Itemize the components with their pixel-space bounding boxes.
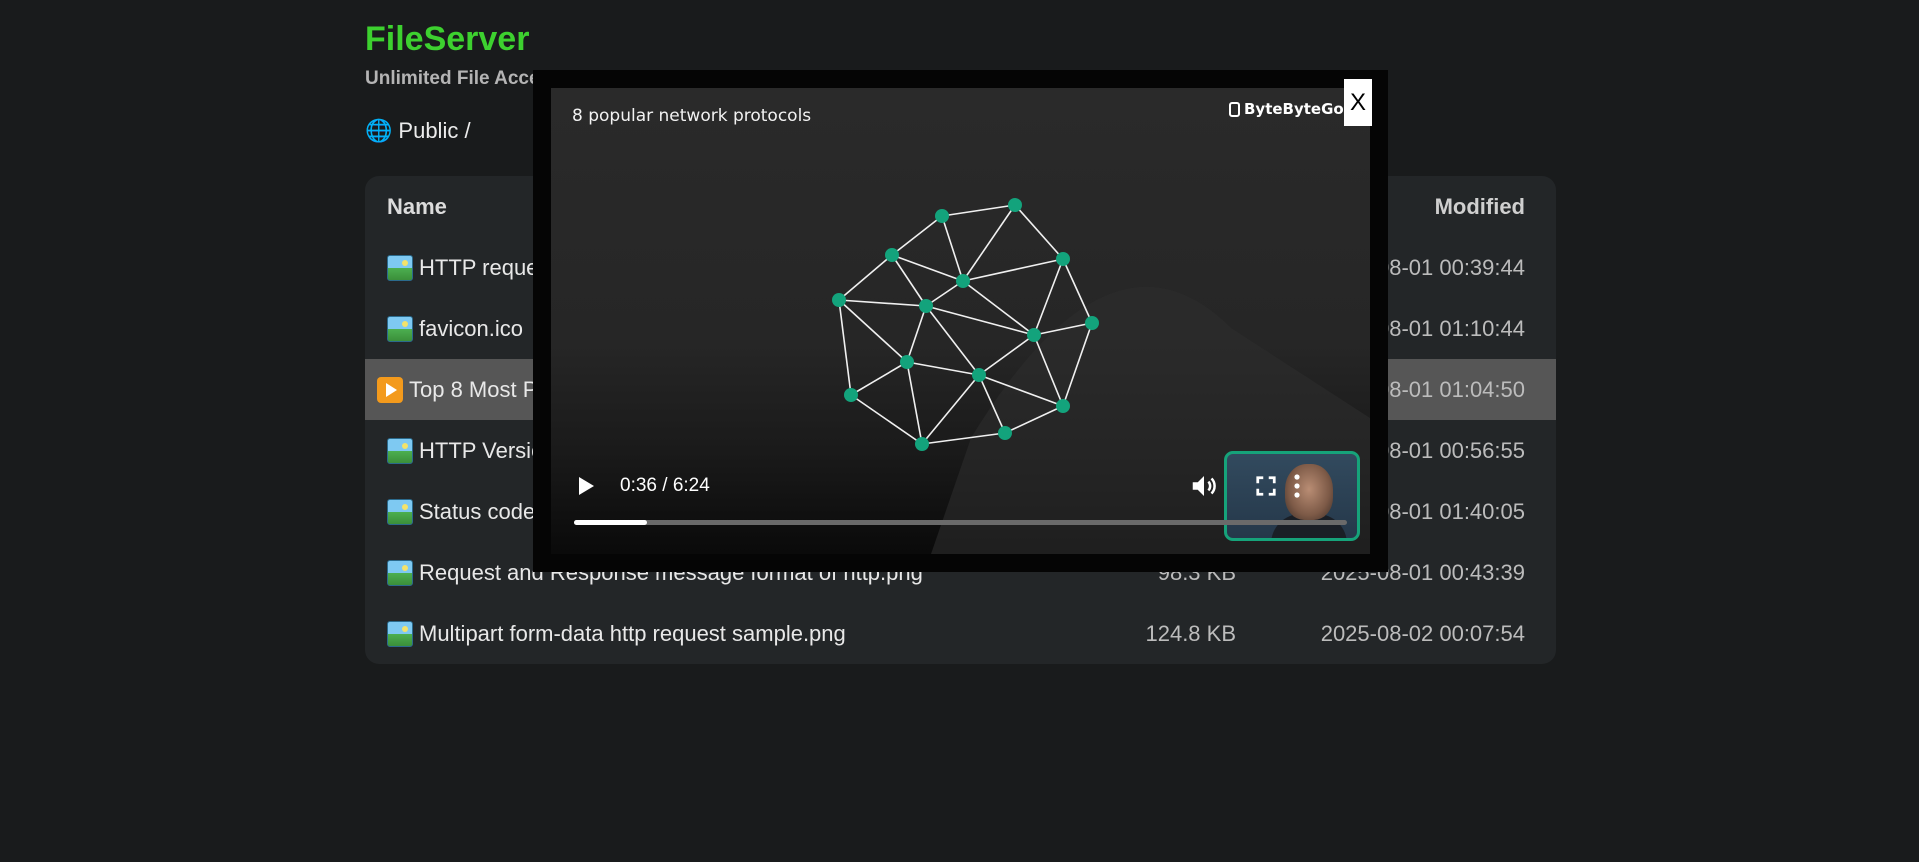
- network-node: [900, 355, 914, 369]
- breadcrumb-path[interactable]: Public /: [398, 118, 470, 144]
- image-file-icon: [387, 620, 413, 647]
- network-edge: [838, 299, 908, 363]
- image-file-icon: [387, 315, 413, 342]
- file-name-cell[interactable]: HTTP reque: [387, 237, 538, 298]
- progress-bar[interactable]: [574, 520, 1347, 525]
- network-node: [1008, 198, 1022, 212]
- image-file-icon: [387, 559, 413, 586]
- file-modified: 08-01 00:56:55: [1376, 437, 1525, 463]
- image-file-icon: [387, 437, 413, 464]
- network-edge: [1014, 204, 1064, 260]
- app-title: FileServer: [365, 20, 530, 58]
- video-modal: 8 popular network protocols ByteByteGo.c…: [533, 70, 1388, 572]
- network-node: [998, 426, 1012, 440]
- globe-icon: 🌐: [365, 118, 393, 143]
- network-edge: [906, 361, 980, 376]
- file-size: 124.8 KB: [1145, 620, 1236, 646]
- file-name-cell[interactable]: Top 8 Most P: [377, 359, 537, 420]
- network-node: [832, 293, 846, 307]
- file-modified: 2025-08-02 00:07:54: [1320, 620, 1525, 646]
- network-edge: [838, 254, 893, 301]
- column-header-name[interactable]: Name: [387, 176, 447, 237]
- file-modified: -08-01 01:04:50: [1369, 376, 1525, 402]
- network-edge: [906, 305, 927, 363]
- network-edge: [1033, 258, 1064, 336]
- file-name[interactable]: Status code.: [419, 499, 541, 525]
- brand-logo-icon: [1229, 101, 1240, 117]
- video-caption: 8 popular network protocols: [572, 106, 812, 126]
- network-edge: [925, 305, 980, 376]
- file-modified: 08-01 01:40:05: [1376, 498, 1525, 524]
- file-name[interactable]: Multipart form-data http request sample.…: [419, 621, 846, 647]
- network-edge: [962, 280, 1035, 336]
- network-edge: [925, 305, 1035, 336]
- network-edge: [962, 258, 1064, 282]
- network-edge: [891, 215, 943, 256]
- play-button[interactable]: [577, 475, 597, 497]
- file-name[interactable]: HTTP reque: [419, 255, 538, 281]
- file-modified: 08-01 00:39:44: [1376, 254, 1525, 280]
- progress-fill: [574, 520, 647, 525]
- column-header-modified[interactable]: Modified: [1435, 176, 1525, 237]
- file-name[interactable]: favicon.ico: [419, 316, 523, 342]
- close-button[interactable]: X: [1344, 79, 1372, 126]
- table-row[interactable]: Multipart form-data http request sample.…: [365, 603, 1556, 664]
- image-file-icon: [387, 498, 413, 525]
- presenter-thumbnail: [1224, 451, 1360, 541]
- image-file-icon: [387, 254, 413, 281]
- network-node: [956, 274, 970, 288]
- breadcrumb[interactable]: 🌐 Public /: [365, 118, 471, 144]
- network-edge: [921, 374, 980, 445]
- file-name-cell[interactable]: Multipart form-data http request sample.…: [387, 603, 846, 664]
- network-node: [844, 388, 858, 402]
- video-player[interactable]: 8 popular network protocols ByteByteGo.c…: [551, 88, 1370, 554]
- file-name[interactable]: Top 8 Most P: [409, 377, 537, 403]
- video-file-icon: [377, 376, 403, 403]
- time-display: 0:36 / 6:24: [620, 475, 710, 496]
- file-modified: 08-01 01:10:44: [1376, 315, 1525, 341]
- file-name-cell[interactable]: favicon.ico: [387, 298, 523, 359]
- network-node: [1056, 399, 1070, 413]
- network-edge: [906, 361, 923, 445]
- video-controls: 0:36 / 6:24: [551, 451, 1370, 553]
- network-edge: [838, 299, 927, 307]
- network-edge: [891, 254, 927, 307]
- network-edge: [962, 204, 1016, 282]
- network-node: [972, 368, 986, 382]
- fullscreen-icon[interactable]: [1255, 475, 1277, 497]
- network-node: [935, 209, 949, 223]
- app-subtitle: Unlimited File Access: [365, 68, 561, 89]
- network-node: [1056, 252, 1070, 266]
- network-node: [915, 437, 929, 451]
- more-options-icon[interactable]: [1293, 473, 1301, 499]
- network-edge: [941, 204, 1016, 217]
- network-edge: [850, 361, 908, 396]
- network-edge: [838, 299, 852, 396]
- network-edge: [891, 254, 964, 282]
- file-name[interactable]: HTTP Versio: [419, 438, 543, 464]
- network-node: [919, 299, 933, 313]
- network-edge: [941, 215, 964, 282]
- network-node: [1085, 316, 1099, 330]
- volume-icon[interactable]: [1189, 471, 1219, 501]
- network-node: [1027, 328, 1041, 342]
- network-edge: [850, 394, 923, 445]
- network-node: [885, 248, 899, 262]
- file-name-cell[interactable]: HTTP Versio: [387, 420, 543, 481]
- file-name-cell[interactable]: Status code.: [387, 481, 541, 542]
